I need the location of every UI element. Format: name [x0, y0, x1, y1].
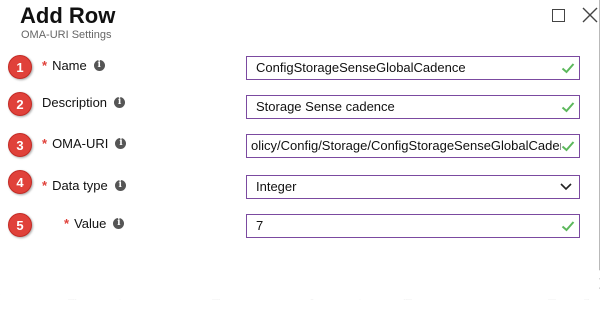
- value-label: * Value i: [64, 216, 125, 231]
- checkmark-icon: [561, 139, 575, 153]
- step-badge-4: 4: [8, 170, 32, 194]
- step-badge-5: 5: [8, 213, 32, 237]
- data-type-label: * Data type i: [42, 178, 126, 193]
- name-input-value: ConfigStorageSenseGlobalCadence: [256, 60, 466, 75]
- data-type-row: 4 * Data type i Integer: [0, 170, 599, 199]
- name-row: 1 * Name i ConfigStorageSenseGlobalCaden…: [0, 55, 599, 83]
- oma-uri-input-value: olicy/Config/Storage/ConfigStorageSenseG…: [251, 138, 567, 153]
- oma-uri-row: 3 * OMA-URI i olicy/Config/Storage/Confi…: [0, 133, 599, 161]
- checkmark-icon: [561, 221, 575, 232]
- blade-subtitle: OMA-URI Settings: [21, 29, 112, 41]
- description-row: 2 Description i Storage Sense cadence: [0, 92, 599, 120]
- step-badge-1: 1: [8, 55, 32, 79]
- required-marker: *: [42, 58, 48, 73]
- data-type-label-text: Data type: [52, 178, 108, 193]
- value-label-text: Value: [74, 216, 107, 231]
- info-icon[interactable]: i: [114, 97, 126, 108]
- description-input[interactable]: Storage Sense cadence: [246, 95, 580, 119]
- close-icon[interactable]: [580, 5, 600, 25]
- required-marker: *: [42, 136, 48, 151]
- required-marker: *: [64, 216, 70, 231]
- description-label-text: Description: [42, 95, 108, 110]
- name-label-text: Name: [52, 58, 87, 73]
- info-icon[interactable]: i: [114, 180, 126, 191]
- step-badge-3: 3: [8, 133, 32, 157]
- step-badge-2: 2: [8, 92, 32, 116]
- value-row: 5 * Value i 7: [0, 213, 599, 241]
- value-input[interactable]: 7: [246, 214, 580, 238]
- checkmark-icon: [561, 102, 575, 113]
- chevron-down-icon: [560, 183, 572, 191]
- blade-title: Add Row: [20, 3, 116, 28]
- oma-uri-label: * OMA-URI i: [42, 136, 127, 151]
- data-type-select[interactable]: Integer: [246, 175, 580, 199]
- description-input-value: Storage Sense cadence: [256, 99, 395, 114]
- name-input[interactable]: ConfigStorageSenseGlobalCadence: [246, 56, 580, 80]
- add-row-blade: Add Row OMA-URI Settings 1 * Name i Conf…: [0, 0, 600, 300]
- oma-uri-input[interactable]: olicy/Config/Storage/ConfigStorageSenseG…: [246, 134, 580, 158]
- info-icon[interactable]: i: [93, 60, 105, 71]
- oma-uri-label-text: OMA-URI: [52, 136, 109, 151]
- checkmark-icon: [561, 63, 575, 74]
- value-input-value: 7: [256, 218, 264, 233]
- name-label: * Name i: [42, 58, 105, 73]
- required-marker: *: [42, 178, 48, 193]
- data-type-selected-value: Integer: [256, 179, 297, 194]
- info-icon[interactable]: i: [115, 138, 127, 149]
- maximize-icon[interactable]: [552, 9, 565, 22]
- info-icon[interactable]: i: [113, 218, 125, 229]
- description-label: Description i: [42, 95, 126, 110]
